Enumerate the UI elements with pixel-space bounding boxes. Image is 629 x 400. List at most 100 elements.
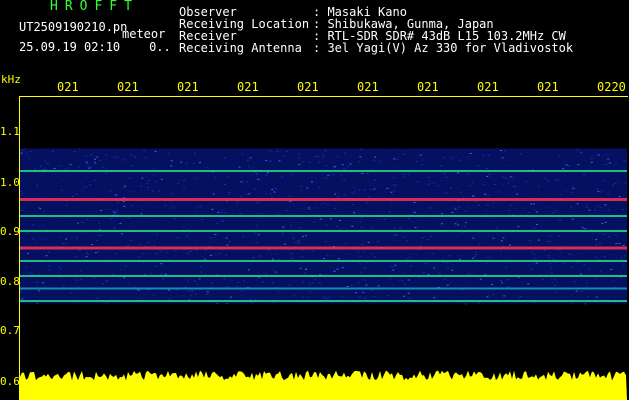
noise-speck <box>451 269 454 271</box>
noise-speck <box>302 281 305 283</box>
noise-speck <box>432 182 435 184</box>
noise-speck <box>449 281 452 283</box>
noise-speck <box>370 229 373 231</box>
noise-speck <box>61 243 64 245</box>
noise-speck <box>123 158 126 160</box>
noise-speck <box>340 174 343 176</box>
noise-speck <box>337 258 340 260</box>
noise-speck <box>413 202 416 204</box>
x-tick-label: 021 <box>297 80 319 94</box>
noise-speck <box>349 188 352 190</box>
noise-speck <box>472 237 475 239</box>
noise-speck <box>596 188 599 190</box>
noise-speck <box>500 240 503 242</box>
noise-speck <box>597 154 600 156</box>
noise-speck <box>225 286 228 288</box>
noise-speck <box>140 186 143 188</box>
noise-speck <box>236 285 239 287</box>
noise-speck <box>571 218 574 220</box>
noise-speck <box>579 273 582 275</box>
noise-speck <box>288 250 291 252</box>
noise-speck <box>211 208 214 210</box>
noise-speck <box>86 176 89 178</box>
noise-speck <box>354 188 357 190</box>
noise-speck <box>123 205 126 207</box>
noise-speck <box>413 212 416 214</box>
noise-speck <box>305 268 308 270</box>
noise-speck <box>509 176 512 178</box>
noise-speck <box>255 241 258 243</box>
noise-speck <box>484 193 487 195</box>
noise-speck <box>237 282 240 284</box>
noise-speck <box>105 280 108 282</box>
noise-speck <box>490 255 493 257</box>
noise-speck <box>118 279 121 281</box>
noise-speck <box>273 212 276 214</box>
noise-speck <box>48 265 51 267</box>
noise-speck <box>411 221 414 223</box>
noise-speck <box>236 201 239 203</box>
noise-speck <box>84 186 87 188</box>
noise-speck <box>112 210 115 212</box>
noise-speck <box>386 151 389 153</box>
noise-speck <box>295 222 298 224</box>
noise-speck <box>456 155 459 157</box>
noise-speck <box>249 157 252 159</box>
noise-speck <box>36 184 39 186</box>
noise-speck <box>143 166 146 168</box>
noise-speck <box>196 177 199 179</box>
noise-speck <box>581 272 584 274</box>
noise-speck <box>360 227 363 229</box>
noise-speck <box>598 290 601 292</box>
noise-speck <box>501 157 504 159</box>
noise-speck <box>76 222 79 224</box>
noise-speck <box>204 186 207 188</box>
noise-speck <box>172 206 175 208</box>
noise-speck <box>358 213 361 215</box>
noise-speck <box>431 225 434 227</box>
noise-speck <box>562 168 565 170</box>
noise-speck <box>438 273 441 275</box>
noise-speck <box>152 294 155 296</box>
noise-speck <box>337 196 340 198</box>
noise-speck <box>446 268 449 270</box>
noise-speck <box>194 240 197 242</box>
noise-speck <box>293 295 296 297</box>
noise-speck <box>128 191 131 193</box>
noise-speck <box>392 194 395 196</box>
noise-speck <box>214 176 217 178</box>
noise-speck <box>528 264 531 266</box>
noise-speck <box>160 178 163 180</box>
noise-speck <box>409 265 412 267</box>
noise-speck <box>394 264 397 266</box>
noise-speck <box>604 204 607 206</box>
noise-speck <box>571 191 574 193</box>
noise-speck <box>116 201 119 203</box>
noise-speck <box>513 173 516 175</box>
noise-speck <box>413 211 416 213</box>
noise-speck <box>188 290 191 292</box>
noise-speck <box>75 193 78 195</box>
noise-speck <box>182 295 185 297</box>
noise-speck <box>340 295 343 297</box>
noise-speck <box>353 212 356 214</box>
noise-speck <box>547 210 550 212</box>
noise-speck <box>171 193 174 195</box>
noise-speck <box>353 191 356 193</box>
noise-speck <box>36 281 39 283</box>
noise-speck <box>450 156 453 158</box>
noise-speck <box>65 238 68 240</box>
noise-speck <box>371 182 374 184</box>
noise-speck <box>606 271 609 273</box>
x-tick-label: 021 <box>117 80 139 94</box>
noise-speck <box>240 290 243 292</box>
noise-speck <box>119 222 122 224</box>
noise-speck <box>288 284 291 286</box>
noise-speck <box>567 165 570 167</box>
noise-speck <box>518 296 521 298</box>
noise-speck <box>89 166 92 168</box>
noise-speck <box>143 294 146 296</box>
noise-speck <box>79 270 82 272</box>
noise-speck <box>512 232 515 234</box>
signal-line <box>20 300 627 302</box>
